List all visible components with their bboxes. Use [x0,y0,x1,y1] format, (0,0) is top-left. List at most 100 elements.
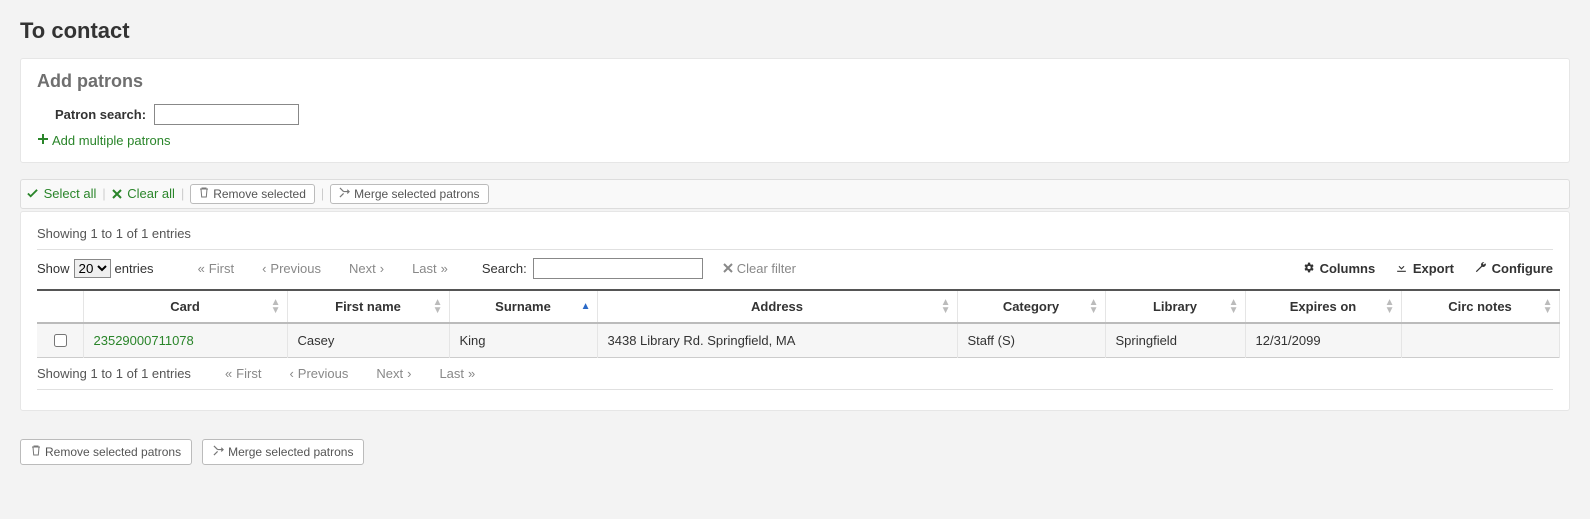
next-page-link[interactable]: Next › [349,261,384,276]
patrons-table: Card▲▼ First name▲▼ Surname▲ Address▲▼ C… [37,289,1560,358]
separator: | [321,187,324,201]
entries-info-bottom: Showing 1 to 1 of 1 entries [37,366,191,381]
merge-selected-patrons-label: Merge selected patrons [228,445,353,459]
last-page-link-bottom[interactable]: Last » [439,366,475,381]
col-library[interactable]: Library▲▼ [1105,290,1245,323]
select-all-label: Select all [44,186,97,201]
page-size-select[interactable]: 20 [74,259,111,278]
previous-page-link[interactable]: ‹ Previous [262,261,321,276]
double-chevron-right-icon: » [468,366,475,381]
configure-button[interactable]: Configure [1474,261,1553,277]
add-patrons-panel: Add patrons Patron search: Add multiple … [20,58,1570,163]
col-surname[interactable]: Surname▲ [449,290,597,323]
col-first-name[interactable]: First name▲▼ [287,290,449,323]
previous-page-link-bottom[interactable]: ‹ Previous [289,366,348,381]
trash-icon [31,445,41,459]
patron-search-row: Patron search: [55,104,1553,125]
x-icon [723,261,733,276]
clear-filter-link[interactable]: Clear filter [723,261,796,276]
col-surname-label: Surname [495,299,551,314]
select-all-link[interactable]: Select all [27,186,96,202]
configure-label: Configure [1492,261,1553,276]
entries-label: entries [115,261,154,276]
card-link[interactable]: 23529000711078 [94,333,194,348]
col-address-label: Address [751,299,803,314]
cell-circ-notes [1401,323,1559,358]
cell-expires-on: 12/31/2099 [1245,323,1401,358]
columns-button[interactable]: Columns [1302,261,1376,277]
first-page-link[interactable]: « First [198,261,235,276]
col-circ-notes[interactable]: Circ notes▲▼ [1401,290,1559,323]
export-button[interactable]: Export [1395,261,1454,277]
check-icon [27,187,38,202]
previous-label: Previous [270,261,321,276]
gear-icon [1302,261,1315,277]
remove-selected-patrons-label: Remove selected patrons [45,445,181,459]
chevron-right-icon: › [407,366,411,381]
columns-label: Columns [1320,261,1376,276]
double-chevron-left-icon: « [198,261,205,276]
double-chevron-left-icon: « [225,366,232,381]
previous-label-b: Previous [298,366,349,381]
separator: | [181,187,184,201]
table-header-row: Card▲▼ First name▲▼ Surname▲ Address▲▼ C… [37,290,1559,323]
col-first-name-label: First name [335,299,401,314]
cell-surname: King [449,323,597,358]
footer-buttons: Remove selected patrons Merge selected p… [20,439,1570,465]
clear-filter-label: Clear filter [737,261,796,276]
double-chevron-right-icon: » [441,261,448,276]
merge-selected-label: Merge selected patrons [354,187,479,201]
first-page-link-bottom[interactable]: « First [225,366,262,381]
col-expires-on[interactable]: Expires on▲▼ [1245,290,1401,323]
col-address[interactable]: Address▲▼ [597,290,957,323]
page-size-control: Show 20 entries [37,259,154,278]
last-page-link[interactable]: Last » [412,261,448,276]
table-bottom-controls: Showing 1 to 1 of 1 entries « First ‹ Pr… [37,366,1553,381]
merge-selected-button[interactable]: Merge selected patrons [330,184,488,204]
entries-info-top: Showing 1 to 1 of 1 entries [37,226,1553,241]
remove-selected-patrons-button[interactable]: Remove selected patrons [20,439,192,465]
trash-icon [199,187,209,201]
table-controls-row: Show 20 entries « First ‹ Previous Next … [37,258,1553,279]
add-patrons-heading: Add patrons [37,71,1553,92]
table-panel: Showing 1 to 1 of 1 entries Show 20 entr… [20,211,1570,411]
clear-all-link[interactable]: Clear all [112,186,175,202]
add-multiple-patrons-link[interactable]: Add multiple patrons [37,133,171,148]
add-multiple-patrons-label: Add multiple patrons [52,133,171,148]
table-search-label: Search: [482,261,527,276]
chevron-left-icon: ‹ [262,261,266,276]
cell-category: Staff (S) [957,323,1105,358]
merge-selected-patrons-button[interactable]: Merge selected patrons [202,439,364,465]
col-card-label: Card [170,299,200,314]
row-checkbox[interactable] [54,334,67,347]
show-label: Show [37,261,70,276]
first-label: First [209,261,234,276]
export-label: Export [1413,261,1454,276]
col-category[interactable]: Category▲▼ [957,290,1105,323]
col-card[interactable]: Card▲▼ [83,290,287,323]
cell-library: Springfield [1105,323,1245,358]
col-category-label: Category [1003,299,1059,314]
cell-first-name: Casey [287,323,449,358]
patron-search-input[interactable] [154,104,299,125]
x-icon [112,187,122,202]
selection-toolbar: Select all | Clear all | Remove selected… [20,179,1570,209]
table-search-input[interactable] [533,258,703,279]
divider [37,389,1553,390]
cell-address: 3438 Library Rd. Springfield, MA [597,323,957,358]
next-label-b: Next [376,366,403,381]
download-icon [1395,261,1408,277]
chevron-left-icon: ‹ [289,366,293,381]
patron-search-label: Patron search: [55,107,146,122]
col-select [37,290,83,323]
merge-icon [339,187,350,201]
col-expires-on-label: Expires on [1290,299,1356,314]
plus-icon [37,133,49,148]
page-title: To contact [20,18,1570,44]
next-page-link-bottom[interactable]: Next › [376,366,411,381]
divider [37,249,1553,250]
remove-selected-button[interactable]: Remove selected [190,184,315,204]
first-label-b: First [236,366,261,381]
row-select-cell [37,323,83,358]
table-tools: Columns Export Configure [1286,261,1553,277]
